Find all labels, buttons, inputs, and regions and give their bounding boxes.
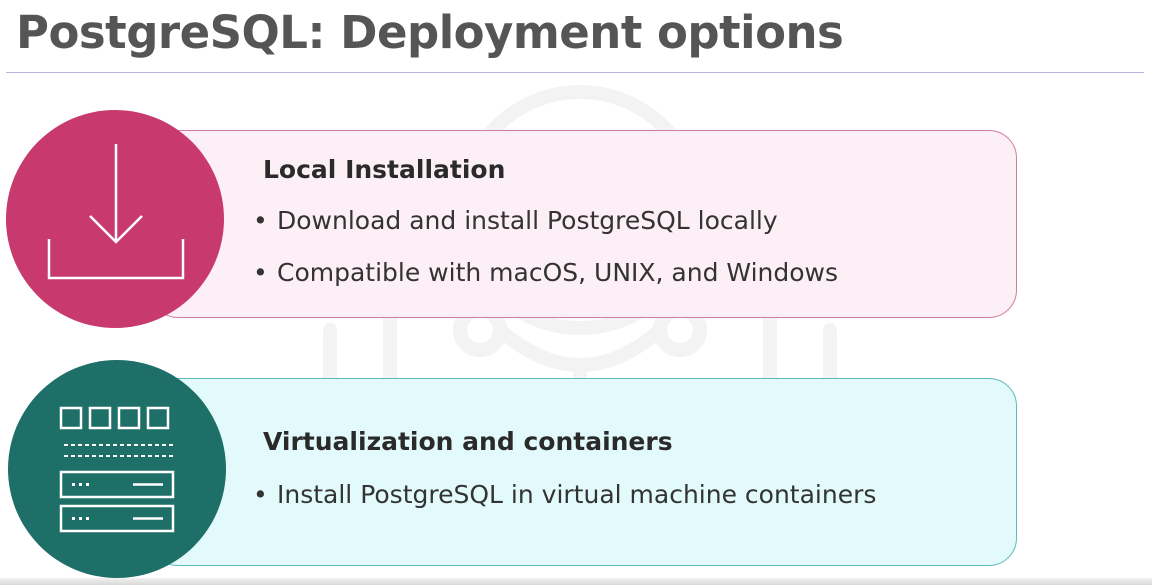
bottom-edge (0, 578, 1152, 585)
server-rack-icon (59, 406, 175, 533)
bullet-text: Download and install PostgreSQL locally (277, 206, 778, 235)
bullet-list: • Download and install PostgreSQL locally… (253, 201, 838, 305)
bullet-text: Compatible with macOS, UNIX, and Windows (277, 258, 838, 287)
local-installation-badge (6, 110, 224, 328)
bullet-list: • Install PostgreSQL in virtual machine c… (253, 475, 876, 527)
card-heading: Virtualization and containers (263, 427, 673, 456)
download-icon (47, 144, 185, 280)
virtualization-card: Virtualization and containers • Install P… (150, 378, 1017, 566)
bullet-text: Install PostgreSQL in virtual machine co… (277, 480, 877, 509)
list-item: • Compatible with macOS, UNIX, and Window… (253, 258, 838, 287)
virtualization-badge (8, 360, 226, 578)
title-divider (6, 72, 1144, 73)
list-item: • Download and install PostgreSQL locally (253, 206, 778, 235)
local-installation-card: Local Installation • Download and install… (150, 130, 1017, 318)
card-heading: Local Installation (263, 155, 506, 184)
page-title: PostgreSQL: Deployment options (16, 6, 844, 59)
list-item: • Install PostgreSQL in virtual machine c… (253, 480, 877, 509)
